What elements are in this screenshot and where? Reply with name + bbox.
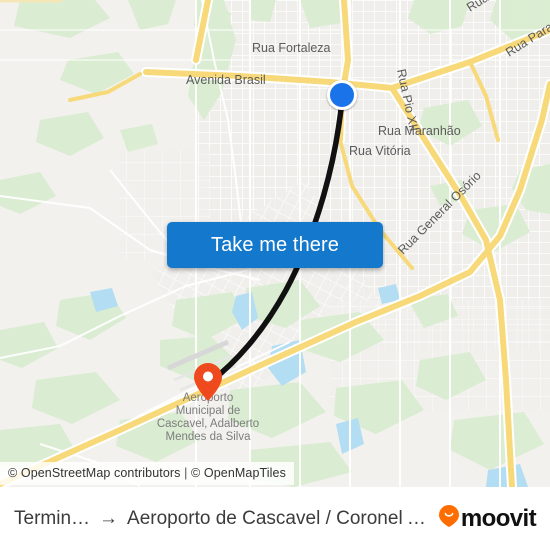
attribution-osm[interactable]: © OpenStreetMap contributors bbox=[8, 466, 181, 480]
moovit-wordmark: moovit bbox=[460, 504, 537, 532]
street-label: Avenida Brasil bbox=[186, 73, 266, 87]
street-label: Rua Fortaleza bbox=[252, 41, 331, 55]
destination-pin-icon[interactable] bbox=[194, 363, 222, 401]
map-attribution: © OpenStreetMap contributors | © OpenMap… bbox=[0, 462, 294, 485]
svg-text:Mendes da Silva: Mendes da Silva bbox=[165, 431, 251, 443]
attribution-tiles[interactable]: © OpenMapTiles bbox=[191, 466, 286, 480]
svg-text:Municipal de: Municipal de bbox=[176, 405, 241, 417]
moovit-logo[interactable]: moovit bbox=[438, 504, 537, 533]
route-origin-name: Termin… bbox=[14, 507, 91, 529]
moovit-route-card: Rua Fortaleza Avenida Brasil Rua Pio XII… bbox=[0, 0, 550, 550]
moovit-pin-icon bbox=[438, 505, 459, 532]
svg-text:Cascavel, Adalberto: Cascavel, Adalberto bbox=[157, 418, 259, 430]
attribution-separator: | bbox=[184, 466, 188, 480]
street-label: Rua Maranhão bbox=[378, 124, 461, 138]
route-summary[interactable]: Termin… → Aeroporto de Cascavel / Corone… bbox=[14, 508, 429, 530]
route-footer: Termin… → Aeroporto de Cascavel / Corone… bbox=[0, 487, 550, 550]
origin-marker-dot[interactable] bbox=[327, 80, 357, 110]
take-me-there-label: Take me there bbox=[210, 233, 340, 256]
street-label: Rua Vitória bbox=[349, 144, 411, 158]
take-me-there-button[interactable]: Take me there bbox=[167, 222, 383, 268]
arrow-right-icon: → bbox=[99, 507, 119, 529]
map-canvas[interactable]: Rua Fortaleza Avenida Brasil Rua Pio XII… bbox=[0, 0, 550, 487]
route-destination-name: Aeroporto de Cascavel / Coronel Adalbe… bbox=[127, 507, 429, 529]
